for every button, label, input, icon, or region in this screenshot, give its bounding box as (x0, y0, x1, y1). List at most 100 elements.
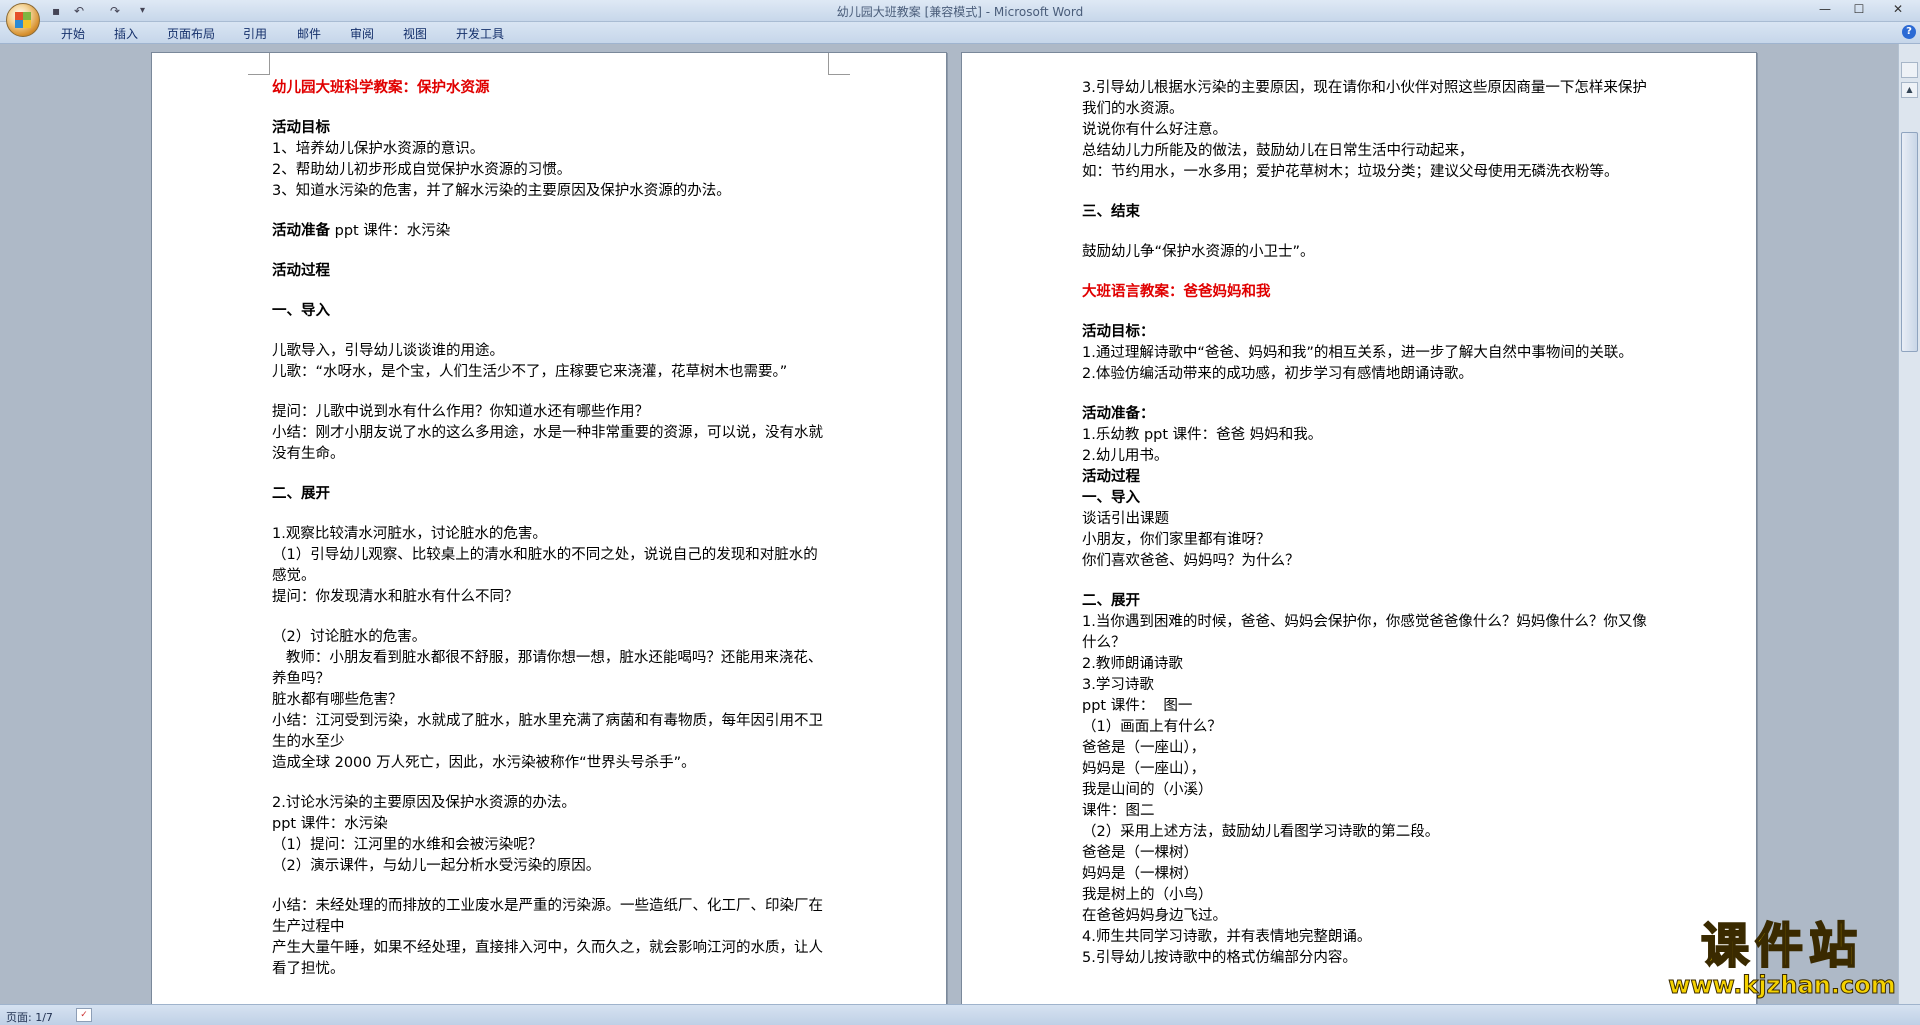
document-line: 三、结束 (1082, 204, 1140, 220)
document-line: 产生大量午睡，如果不经处理，直接排入河中，久而久之，就会影响江河的水质，让人看了… (272, 940, 823, 977)
document-line: 课件：图二 (1082, 803, 1155, 819)
document-line: 2、帮助幼儿初步形成自觉保护水资源的习惯。 (272, 162, 572, 178)
document-line: 3、知道水污染的危害，并了解水污染的主要原因及保护水资源的办法。 (272, 183, 731, 199)
tab-insert[interactable]: 插入 (114, 25, 138, 42)
document-line: 总结幼儿力所能及的做法，鼓励幼儿在日常生活中行动起来， (1082, 143, 1474, 159)
document-line: 2.教师朗诵诗歌 (1082, 656, 1183, 672)
maximize-button[interactable]: ☐ (1842, 0, 1876, 18)
tab-mailings[interactable]: 邮件 (297, 25, 321, 42)
document-line: 5.引导幼儿按诗歌中的格式仿编部分内容。 (1082, 950, 1357, 966)
document-line: 妈妈是（一座山）， (1082, 761, 1206, 777)
document-line: 你们喜欢爸爸、妈妈吗？为什么？ (1082, 553, 1300, 569)
document-line: 活动准备 ppt 课件：水污染 (272, 223, 451, 239)
document-line: （1）画面上有什么？ (1082, 719, 1222, 735)
document-line: （1）引导幼儿观察、比较桌上的清水和脏水的不同之处，说说自己的发现和对脏水的感觉… (272, 547, 818, 584)
page-count[interactable]: 页面: 1/7 (6, 1009, 53, 1025)
document-line: 我是山间的（小溪） (1082, 782, 1213, 798)
document-line: （2）演示课件，与幼儿一起分析水受污染的原因。 (272, 858, 601, 874)
document-page-1[interactable]: 幼儿园大班科学教案：保护水资源 活动目标 1、培养幼儿保护水资源的意识。 2、帮助幼儿… (151, 52, 947, 1004)
document-line: 3.学习诗歌 (1082, 677, 1154, 693)
document-line: 谈话引出课题 (1082, 511, 1169, 527)
page-1-text[interactable]: 幼儿园大班科学教案：保护水资源 活动目标 1、培养幼儿保护水资源的意识。 2、帮助幼儿… (272, 78, 832, 980)
window-controls: — ☐ ✕ (1808, 0, 1920, 20)
document-line: 脏水都有哪些危害？ (272, 692, 403, 708)
minimize-button[interactable]: — (1808, 0, 1842, 18)
document-line: 活动过程 (272, 263, 330, 279)
document-line: 爸爸是（一座山）， (1082, 740, 1206, 756)
document-line: 1.当你遇到困难的时候，爸爸、妈妈会保护你，你感觉爸爸像什么？妈妈像什么？你又像… (1082, 614, 1647, 651)
document-line: 1.观察比较清水河脏水，讨论脏水的危害。 (272, 526, 547, 542)
document-line: 一、导入 (272, 303, 330, 319)
document-line: 儿歌：“水呀水，是个宝，人们生活少不了，庄稼要它来浇灌，花草树木也需要。” (272, 364, 788, 380)
document-line: 小结：刚才小朋友说了水的这么多用途，水是一种非常重要的资源，可以说，没有水就没有… (272, 425, 823, 462)
document-line: 说说你有什么好注意。 (1082, 122, 1227, 138)
tab-references[interactable]: 引用 (243, 25, 267, 42)
document-line: （2）讨论脏水的危害。 (272, 629, 427, 645)
help-icon[interactable]: ? (1902, 25, 1916, 39)
document-line: 爸爸是（一棵树） (1082, 845, 1198, 861)
proofing-icon[interactable]: ✓ (76, 1008, 92, 1022)
document-line: 如：节约用水，一水多用；爱护花草树木；垃圾分类；建议父母使用无磷洗衣粉等。 (1082, 164, 1619, 180)
document-page-2[interactable]: 3.引导幼儿根据水污染的主要原因，现在请你和小伙伴对照这些原因商量一下怎样来保护… (961, 52, 1757, 1004)
document-line: 1.通过理解诗歌中“爸爸、妈妈和我”的相互关系，进一步了解大自然中事物间的关联。 (1082, 345, 1633, 361)
tab-view[interactable]: 视图 (403, 25, 427, 42)
watermark: 课件站 www.kjzhan.com (1662, 918, 1902, 1000)
page-2-text[interactable]: 3.引导幼儿根据水污染的主要原因，现在请你和小伙伴对照这些原因商量一下怎样来保护… (1082, 78, 1652, 969)
document-line: 造成全球 2000 万人死亡，因此，水污染被称作“世界头号杀手”。 (272, 755, 696, 771)
document-line: 二、展开 (272, 486, 330, 502)
document-line: 儿歌导入，引导幼儿谈谈谁的用途。 (272, 343, 504, 359)
tab-developer[interactable]: 开发工具 (456, 25, 504, 42)
window-title: 幼儿园大班教案 [兼容模式] - Microsoft Word (836, 5, 1084, 19)
document-line: （1）提问：江河里的水维和会被污染呢？ (272, 837, 543, 853)
ribbon-tabs: 开始 插入 页面布局 引用 邮件 审阅 视图 开发工具 ? (0, 22, 1920, 44)
document-area[interactable]: 幼儿园大班科学教案：保护水资源 活动目标 1、培养幼儿保护水资源的意识。 2、帮助幼儿… (0, 44, 1898, 1004)
document-line: 2.讨论水污染的主要原因及保护水资源的办法。 (272, 795, 576, 811)
document-line: 3.引导幼儿根据水污染的主要原因，现在请你和小伙伴对照这些原因商量一下怎样来保护… (1082, 80, 1647, 117)
document-line: （2）采用上述方法，鼓励幼儿看图学习诗歌的第二段。 (1082, 824, 1440, 840)
document-line: 我是树上的（小鸟） (1082, 887, 1213, 903)
margin-corner (248, 53, 270, 75)
document-line: ppt 课件： 图一 (1082, 698, 1193, 714)
document-line: 教师：小朋友看到脏水都很不舒服，那请你想一想，脏水还能喝吗？还能用来浇花、养鱼吗… (272, 650, 823, 687)
document-line: 活动准备： (1082, 406, 1155, 422)
watermark-url: www.kjzhan.com (1668, 971, 1896, 999)
tab-review[interactable]: 审阅 (350, 25, 374, 42)
document-line: 1、培养幼儿保护水资源的意识。 (272, 141, 485, 157)
document-line: 2.体验仿编活动带来的成功感，初步学习有感情地朗诵诗歌。 (1082, 366, 1473, 382)
document-line: 4.师生共同学习诗歌，并有表情地完整朗诵。 (1082, 929, 1372, 945)
title-bar: ▪ ↶ ↷ ▾ 幼儿园大班教案 [兼容模式] - Microsoft Word … (0, 0, 1920, 22)
document-line: 活动目标 (272, 120, 330, 136)
document-line: 2.幼儿用书。 (1082, 448, 1169, 464)
document-line: 活动目标： (1082, 324, 1155, 340)
watermark-title: 课件站 (1700, 918, 1863, 974)
status-bar: 页面: 1/7 ✓ (0, 1004, 1920, 1025)
document-line: 活动过程 (1082, 469, 1140, 485)
scroll-up-icon[interactable]: ▲ (1901, 82, 1918, 98)
document-line: 小朋友，你们家里都有谁呀？ (1082, 532, 1271, 548)
document-line: 一、导入 (1082, 490, 1140, 506)
document-line: 小结：未经处理的而排放的工业废水是严重的污染源。一些造纸厂、化工厂、印染厂在生产… (272, 898, 823, 935)
scroll-thumb[interactable] (1901, 132, 1918, 352)
vertical-scrollbar[interactable]: ▲ (1898, 44, 1920, 1004)
tab-page-layout[interactable]: 页面布局 (167, 25, 215, 42)
document-line: ppt 课件：水污染 (272, 816, 388, 832)
close-button[interactable]: ✕ (1876, 0, 1920, 18)
ruler-toggle-icon[interactable] (1901, 62, 1918, 78)
tab-home[interactable]: 开始 (61, 25, 85, 42)
document-line: 小结：江河受到污染，水就成了脏水，脏水里充满了病菌和有毒物质，每年因引用不卫生的… (272, 713, 823, 750)
office-button[interactable] (6, 3, 40, 37)
